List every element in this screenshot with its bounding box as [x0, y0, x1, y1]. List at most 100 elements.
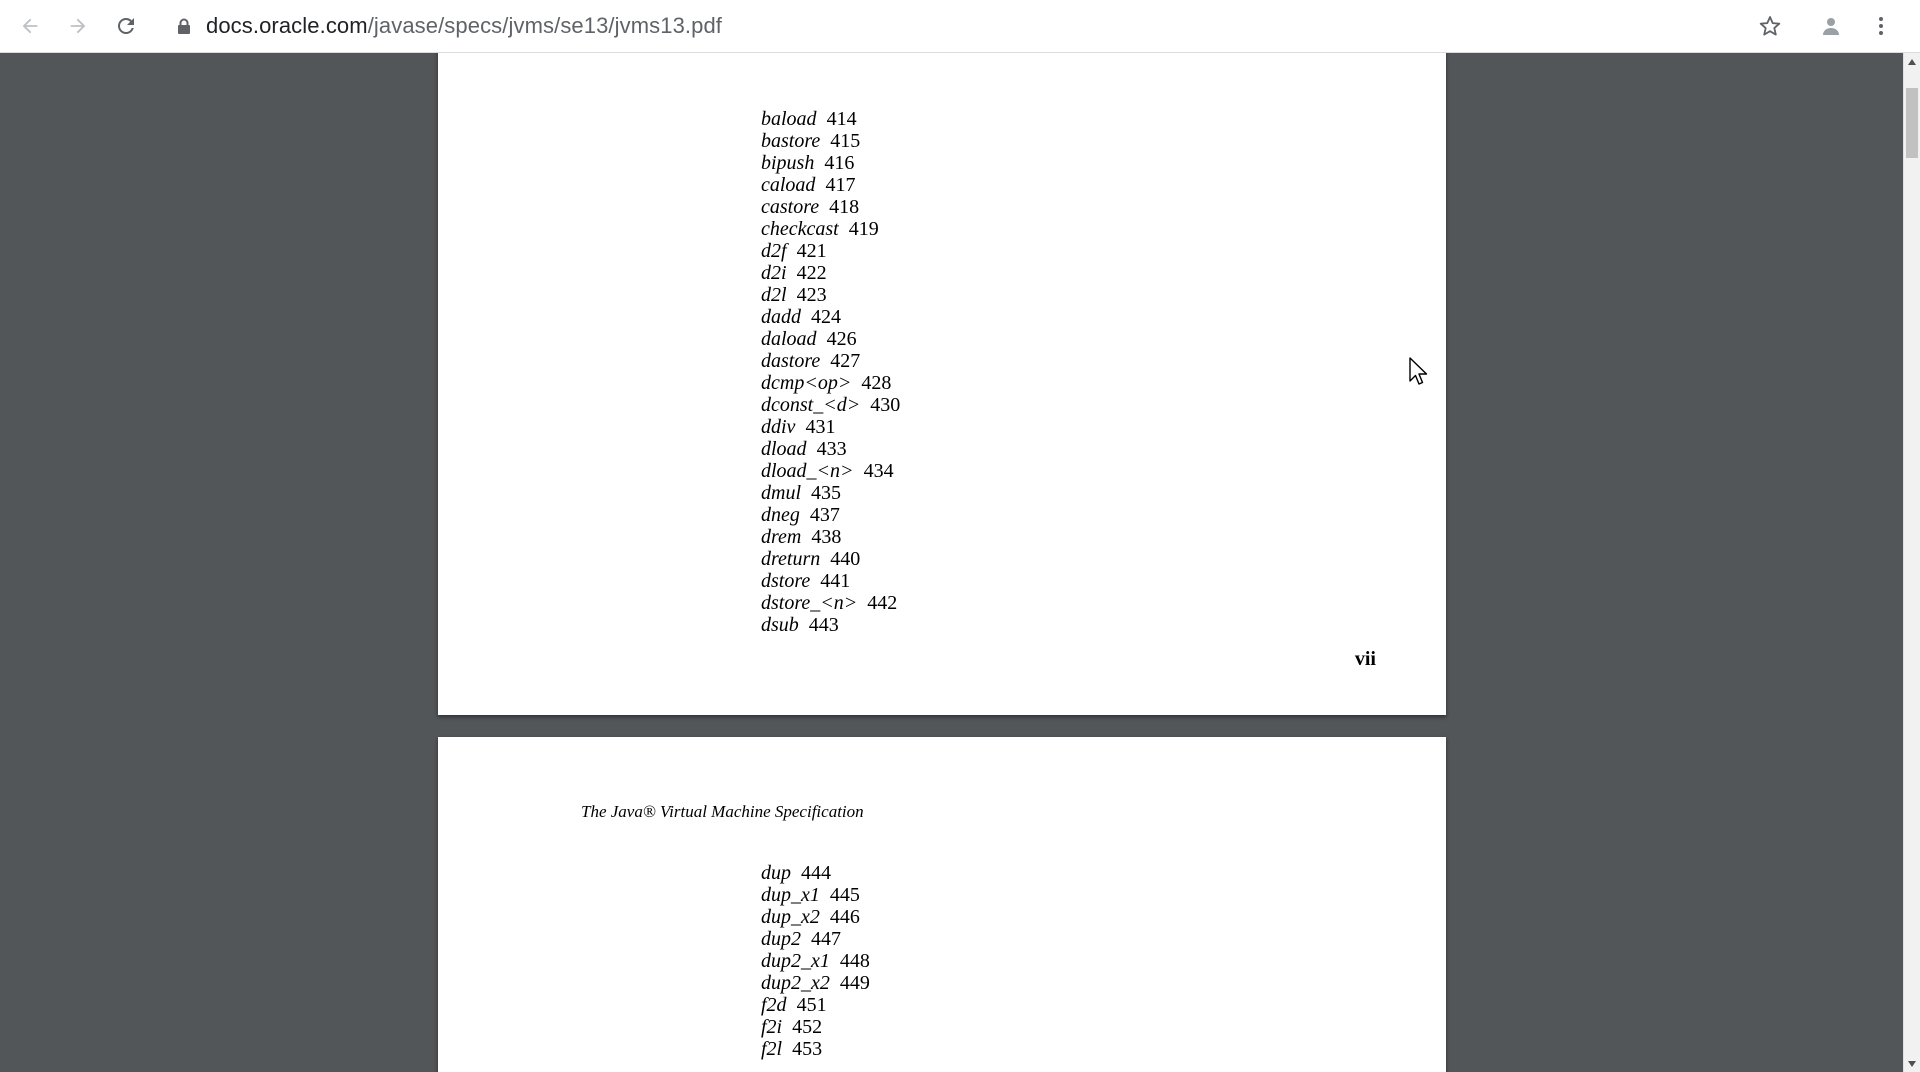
page-reference: 441 [820, 570, 851, 592]
instruction-name: d2f [761, 240, 787, 262]
index-entry: dsub 443 [761, 614, 900, 636]
instruction-name: dstore [761, 570, 811, 592]
instruction-name: dload_<n> [761, 460, 854, 482]
scroll-down-button[interactable] [1904, 1055, 1920, 1072]
bookmark-button[interactable] [1754, 10, 1786, 42]
instruction-name: caload [761, 174, 816, 196]
triangle-up-icon [1908, 58, 1916, 65]
opcode-index-list: baload 414 bastore 415 bipush 416 caload 417 cas… [761, 108, 900, 636]
instruction-name: dadd [761, 306, 801, 328]
vertical-scrollbar[interactable] [1903, 53, 1920, 1072]
url-text: docs.oracle.com/javase/specs/jvms/se13/j… [206, 13, 722, 39]
instruction-name: dneg [761, 504, 800, 526]
kebab-menu-icon [1879, 17, 1883, 35]
index-entry: dadd 424 [761, 306, 900, 328]
mouse-pointer-icon [1409, 357, 1429, 387]
profile-button[interactable] [1815, 10, 1847, 42]
page-reference: 437 [809, 504, 840, 526]
instruction-name: dup2_x1 [761, 950, 830, 972]
instruction-name: bastore [761, 130, 821, 152]
instruction-name: castore [761, 196, 820, 218]
page-reference: 422 [796, 262, 827, 284]
index-entry: d2i 422 [761, 262, 900, 284]
instruction-name: checkcast [761, 218, 839, 240]
instruction-name: dconst_<d> [761, 394, 861, 416]
page-reference: 414 [826, 108, 857, 130]
instruction-name: dmul [761, 482, 801, 504]
back-button[interactable] [14, 10, 46, 42]
index-entry: f2i 452 [761, 1016, 870, 1038]
index-entry: dneg 437 [761, 504, 900, 526]
instruction-name: dup_x2 [761, 906, 820, 928]
instruction-name: daload [761, 328, 817, 350]
page-reference: 434 [863, 460, 894, 482]
index-entry: d2l 423 [761, 284, 900, 306]
page-reference: 418 [829, 196, 860, 218]
instruction-name: dcmp<op> [761, 372, 852, 394]
index-entry: baload 414 [761, 108, 900, 130]
forward-button[interactable] [62, 10, 94, 42]
page-reference: 453 [792, 1038, 823, 1060]
index-entry: dup 444 [761, 862, 870, 884]
page-reference: 449 [839, 972, 870, 994]
page-reference: 433 [816, 438, 847, 460]
index-entry: dreturn 440 [761, 548, 900, 570]
page-reference: 417 [825, 174, 856, 196]
index-entry: dload 433 [761, 438, 900, 460]
index-entry: checkcast 419 [761, 218, 900, 240]
running-header: The Java® Virtual Machine Specification [581, 802, 864, 821]
arrow-left-icon [22, 18, 38, 34]
page-reference: 447 [811, 928, 841, 950]
page-reference: 440 [830, 548, 861, 570]
index-entry: dastore 427 [761, 350, 900, 372]
index-entry: castore 418 [761, 196, 900, 218]
page-reference: 431 [805, 416, 836, 438]
instruction-name: baload [761, 108, 817, 130]
reload-icon [118, 18, 134, 34]
instruction-name: dup2_x2 [761, 972, 830, 994]
scroll-thumb[interactable] [1906, 88, 1918, 158]
index-entry: drem 438 [761, 526, 900, 548]
address-bar[interactable]: docs.oracle.com/javase/specs/jvms/se13/j… [176, 10, 722, 42]
page-reference: 452 [792, 1016, 823, 1038]
page-reference: 448 [839, 950, 870, 972]
page-reference: 426 [826, 328, 857, 350]
page-reference: 424 [811, 306, 841, 328]
instruction-name: dup2 [761, 928, 801, 950]
page-reference: 428 [861, 372, 892, 394]
reload-button[interactable] [110, 10, 142, 42]
instruction-name: bipush [761, 152, 815, 174]
index-entry: d2f 421 [761, 240, 900, 262]
instruction-name: f2d [761, 994, 787, 1016]
page-reference: 443 [808, 614, 839, 636]
instruction-name: dup_x1 [761, 884, 820, 906]
browser-toolbar: docs.oracle.com/javase/specs/jvms/se13/j… [0, 0, 1920, 53]
index-entry: dstore_<n> 442 [761, 592, 900, 614]
instruction-name: drem [761, 526, 802, 548]
index-entry: ddiv 431 [761, 416, 900, 438]
instruction-name: dreturn [761, 548, 821, 570]
index-entry: dmul 435 [761, 482, 900, 504]
url-path: /javase/specs/jvms/se13/jvms13.pdf [367, 13, 723, 38]
instruction-name: dstore_<n> [761, 592, 858, 614]
pdf-viewer[interactable]: baload 414 bastore 415 bipush 416 caload 417 cas… [0, 53, 1920, 1072]
page-reference: 444 [801, 862, 831, 884]
page-reference: 427 [830, 350, 861, 372]
pdf-page-vii: baload 414 bastore 415 bipush 416 caload 417 cas… [438, 53, 1446, 715]
arrow-right-icon [70, 18, 86, 34]
opcode-index-list: dup 444 dup_x1 445 dup_x2 446 dup2 447 dup2_x1 44… [761, 862, 870, 1060]
index-entry: dup_x1 445 [761, 884, 870, 906]
instruction-name: f2i [761, 1016, 783, 1038]
menu-button[interactable] [1865, 10, 1897, 42]
instruction-name: dastore [761, 350, 821, 372]
scroll-up-button[interactable] [1904, 53, 1920, 70]
index-entry: dconst_<d> 430 [761, 394, 900, 416]
index-entry: f2d 451 [761, 994, 870, 1016]
instruction-name: f2l [761, 1038, 783, 1060]
index-entry: dup2_x2 449 [761, 972, 870, 994]
index-entry: daload 426 [761, 328, 900, 350]
pdf-page-next: The Java® Virtual Machine Specification … [438, 737, 1446, 1072]
page-reference: 442 [867, 592, 898, 614]
index-entry: bipush 416 [761, 152, 900, 174]
profile-icon [1823, 18, 1839, 35]
